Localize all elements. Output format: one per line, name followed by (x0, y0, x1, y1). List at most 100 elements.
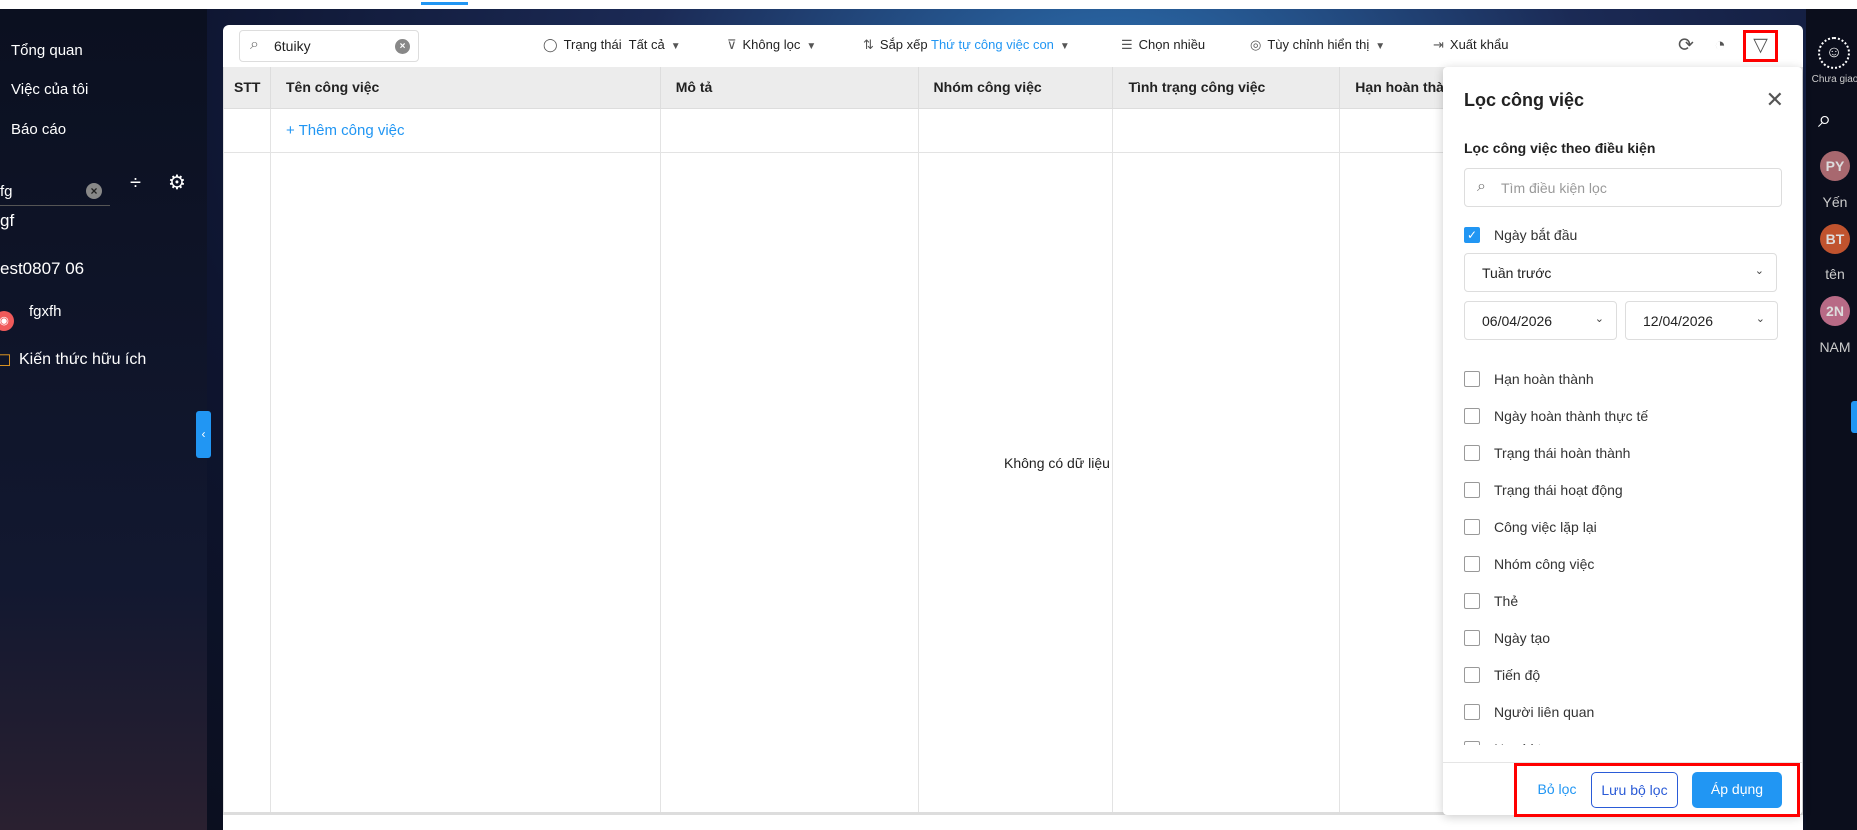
chevron-down-icon: ▼ (1375, 41, 1386, 52)
check-circle-icon: ◯ (543, 37, 558, 52)
condition-checkbox[interactable] (1464, 482, 1480, 498)
multi-select-label: Chọn nhiều (1138, 37, 1206, 52)
clear-search-icon[interactable]: × (395, 39, 410, 54)
condition-checkbox[interactable] (1464, 741, 1480, 745)
condition-label: Ngày tạo (1494, 630, 1551, 646)
condition-checkbox[interactable] (1464, 445, 1480, 461)
to-date-picker[interactable]: 12/04/2026 ⌄ (1625, 301, 1778, 340)
filter-icon[interactable]: ▽ (1743, 30, 1778, 62)
knowledge-link[interactable]: Kiến thức hữu ích (19, 351, 146, 369)
date-range-value: Tuần trước (1482, 265, 1552, 281)
chevron-down-icon: ▼ (806, 41, 817, 52)
customize-label: Tùy chỉnh hiển thị (1267, 37, 1370, 52)
filter-off-icon: ⊽ (727, 37, 737, 52)
date-range-select[interactable]: Tuần trước ⌄ (1464, 253, 1777, 292)
refresh-icon[interactable]: ⟳ (1671, 32, 1701, 60)
nav-my-tasks[interactable]: Việc của tôi (11, 81, 88, 98)
column-header-description[interactable]: Mô tả (659, 67, 919, 109)
condition-checkbox[interactable] (1464, 371, 1480, 387)
gear-icon[interactable]: ⚙ (168, 170, 186, 195)
export-label: Xuất khẩu (1449, 37, 1509, 52)
nav-reports[interactable]: Báo cáo (11, 121, 66, 138)
sort-label: Sắp xếp (879, 37, 928, 52)
column-header-group[interactable]: Nhóm công việc (917, 67, 1114, 109)
sort-icon: ⇅ (863, 37, 874, 52)
close-icon[interactable]: ✕ (1766, 87, 1784, 113)
status-label: Trạng thái (563, 37, 622, 52)
condition-label: Người tạo (1494, 741, 1557, 745)
sort-value: Thứ tự công việc con (931, 37, 1054, 52)
condition-checkbox[interactable] (1464, 408, 1480, 424)
avatar-name: Yến (1822, 194, 1848, 210)
checklist-icon: ☰ (1121, 37, 1133, 52)
status-dropdown[interactable]: ◯ Trạng thái Tất cả ▼ (543, 37, 681, 53)
filter-subtitle: Lọc công việc theo điều kiện (1464, 140, 1656, 156)
filter-conditions-list: Hạn hoàn thành Ngày hoàn thành thực tế Trạ… (1443, 357, 1802, 745)
customize-display-dropdown[interactable]: ◎ Tùy chỉnh hiển thị ▼ (1250, 37, 1385, 53)
project-item[interactable]: fgxfh (29, 303, 62, 320)
collapse-all-icon[interactable]: ÷ (130, 172, 141, 195)
avatar-name: NAM (1819, 339, 1851, 355)
collapse-sidebar-button[interactable]: ‹ (196, 411, 211, 458)
condition-checkbox[interactable] (1464, 667, 1480, 683)
condition-checkbox[interactable] (1464, 593, 1480, 609)
avatar[interactable]: 2N (1820, 296, 1850, 326)
chevron-down-icon: ▼ (1059, 41, 1070, 52)
task-search-input[interactable]: ⌕ 6tuiky × (239, 30, 419, 62)
condition-label: Trạng thái hoàn thành (1494, 445, 1631, 461)
condition-checkbox[interactable] (1464, 556, 1480, 572)
from-date-picker[interactable]: 06/04/2026 ⌄ (1464, 301, 1617, 340)
clear-filter-button[interactable]: Bỏ lọc (1527, 772, 1587, 808)
toolbar: ⌕ 6tuiky × ◯ Trạng thái Tất cả ▼ ⊽ Không lọc ▼… (223, 25, 1803, 67)
project-item[interactable]: est0807 06 (0, 259, 84, 279)
browser-top-strip (0, 0, 1857, 9)
knowledge-icon: ☐ (0, 353, 12, 370)
condition-label: Ngày hoàn thành thực tế (1494, 408, 1649, 424)
condition-checkbox[interactable] (1464, 519, 1480, 535)
condition-label: Hạn hoàn thành (1494, 371, 1594, 387)
search-user-icon[interactable]: ⌕ (1818, 106, 1831, 134)
condition-checkbox[interactable] (1464, 704, 1480, 720)
apply-filter-button[interactable]: Áp dụng (1692, 772, 1782, 808)
search-value: 6tuiky (274, 38, 311, 54)
start-date-checkbox[interactable]: ✓ (1464, 227, 1480, 243)
unassigned-user-icon[interactable]: ☺ (1818, 37, 1850, 69)
filter-panel: Lọc công việc ✕ Lọc công việc theo điều … (1443, 67, 1802, 815)
rail-expand-handle[interactable] (1851, 401, 1857, 433)
filter-label: Không lọc (742, 37, 801, 52)
multi-select-button[interactable]: ☰ Chọn nhiều (1121, 37, 1205, 53)
eye-settings-icon: ◎ (1250, 37, 1262, 52)
status-value: Tất cả (628, 37, 665, 52)
condition-label: Trạng thái hoạt động (1494, 482, 1623, 498)
avatar[interactable]: BT (1820, 224, 1850, 254)
sidebar: Tổng quan Việc của tôi Báo cáo fg × ÷ ⚙ … (0, 9, 207, 830)
avatar[interactable]: PY (1820, 151, 1850, 181)
condition-label: Tiến độ (1494, 667, 1541, 683)
column-header-name[interactable]: Tên công việc (269, 67, 661, 109)
avatar-name: tên (1825, 266, 1845, 282)
nav-overview[interactable]: Tổng quan (11, 42, 83, 59)
column-header-status[interactable]: Tình trạng công việc (1112, 67, 1341, 109)
export-icon: ⇥ (1433, 37, 1444, 52)
export-button[interactable]: ⇥ Xuất khẩu (1433, 37, 1508, 53)
condition-checkbox[interactable] (1464, 630, 1480, 646)
clear-search-icon[interactable]: × (86, 183, 102, 199)
pie-chart-icon[interactable]: ◔ (1705, 32, 1735, 60)
project-item[interactable]: gf (0, 211, 14, 231)
column-header-stt: STT (223, 67, 271, 109)
filter-condition-search[interactable]: ⌕ Tìm điều kiện lọc (1464, 168, 1782, 207)
search-placeholder: Tìm điều kiện lọc (1501, 180, 1607, 196)
chevron-down-icon: ⌄ (1755, 313, 1765, 325)
chevron-down-icon: ▼ (670, 41, 681, 52)
add-task-link[interactable]: + Thêm công việc (286, 122, 405, 139)
filter-dropdown[interactable]: ⊽ Không lọc ▼ (727, 37, 816, 53)
empty-state-text: Không có dữ liệu (1004, 455, 1110, 471)
condition-label: Công việc lặp lại (1494, 519, 1597, 535)
condition-label: Người liên quan (1494, 704, 1595, 720)
save-filter-button[interactable]: Lưu bộ lọc (1591, 772, 1678, 808)
highlight-box: Bỏ lọc Lưu bộ lọc Áp dụng (1514, 763, 1800, 817)
to-date-value: 12/04/2026 (1643, 313, 1714, 329)
sort-dropdown[interactable]: ⇅ Sắp xếp Thứ tự công việc con ▼ (863, 37, 1070, 53)
eye-icon: ◉ (0, 311, 14, 331)
assignee-rail (1806, 9, 1857, 830)
